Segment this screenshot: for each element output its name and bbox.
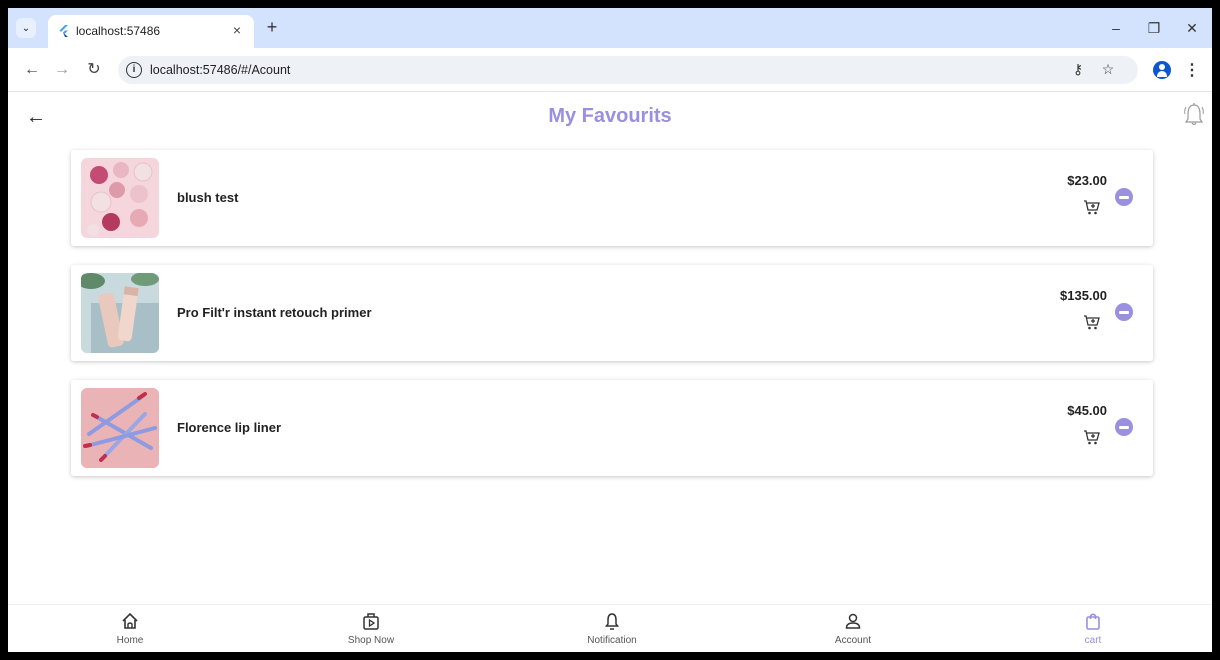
cart-bag-icon bbox=[1086, 613, 1100, 630]
tab-close-icon[interactable]: × bbox=[228, 22, 246, 38]
close-window-button[interactable]: ✕ bbox=[1182, 19, 1202, 37]
add-to-cart-icon[interactable] bbox=[1083, 428, 1101, 446]
account-icon bbox=[845, 613, 861, 629]
nav-label: Account bbox=[834, 635, 872, 646]
tab-strip: ⌄ localhost:57486 × + – ❐ ✕ bbox=[8, 8, 1212, 48]
nav-label: Notification bbox=[587, 635, 637, 646]
nav-account[interactable]: Account bbox=[793, 611, 913, 646]
nav-label: Shop Now bbox=[347, 635, 395, 646]
profile-avatar-icon[interactable] bbox=[1153, 61, 1171, 79]
notification-bell-icon[interactable] bbox=[1183, 102, 1205, 128]
password-key-icon[interactable]: ⚷ bbox=[1068, 61, 1088, 78]
address-bar[interactable]: i localhost:57486/#/Acount ⚷ ☆ bbox=[118, 56, 1138, 84]
page-title: My Favourits bbox=[548, 105, 672, 127]
add-to-cart-icon[interactable] bbox=[1083, 198, 1101, 216]
add-to-cart-icon[interactable] bbox=[1083, 313, 1101, 331]
tab-title: localhost:57486 bbox=[76, 24, 161, 38]
new-tab-button[interactable]: + bbox=[262, 17, 282, 37]
back-nav-icon[interactable]: ← bbox=[22, 60, 42, 80]
nav-home[interactable]: Home bbox=[70, 611, 190, 646]
product-name: Florence lip liner bbox=[177, 420, 282, 435]
notification-icon bbox=[605, 613, 619, 630]
product-name: blush test bbox=[177, 190, 239, 205]
nav-shop-now[interactable]: Shop Now bbox=[311, 611, 431, 646]
product-image-blush bbox=[81, 158, 159, 238]
product-price: $135.00 bbox=[1060, 288, 1107, 303]
nav-cart[interactable]: cart bbox=[1033, 611, 1153, 646]
remove-favourite-button[interactable] bbox=[1115, 418, 1133, 436]
product-price: $23.00 bbox=[1067, 173, 1107, 188]
home-icon bbox=[122, 612, 138, 629]
forward-nav-icon[interactable]: → bbox=[52, 60, 72, 80]
remove-favourite-button[interactable] bbox=[1115, 188, 1133, 206]
product-image-primer bbox=[81, 273, 159, 353]
browser-window: ⌄ localhost:57486 × + – ❐ ✕ ← → ↻ i loca… bbox=[8, 8, 1212, 652]
favourite-item[interactable]: Pro Filt'r instant retouch primer $135.0… bbox=[71, 265, 1153, 361]
shop-now-icon bbox=[363, 613, 379, 630]
favourite-item[interactable]: Florence lip liner $45.00 bbox=[71, 380, 1153, 476]
product-price: $45.00 bbox=[1067, 403, 1107, 418]
minimize-button[interactable]: – bbox=[1106, 19, 1126, 37]
bookmark-star-icon[interactable]: ☆ bbox=[1098, 61, 1118, 78]
reload-icon[interactable]: ↻ bbox=[84, 60, 104, 80]
flutter-favicon-icon bbox=[59, 25, 68, 37]
browser-toolbar: ← → ↻ i localhost:57486/#/Acount ⚷ ☆ ⋮ bbox=[8, 48, 1212, 92]
browser-menu-icon[interactable]: ⋮ bbox=[1184, 60, 1200, 80]
restore-button[interactable]: ❐ bbox=[1144, 19, 1164, 37]
product-name: Pro Filt'r instant retouch primer bbox=[177, 305, 372, 320]
remove-favourite-button[interactable] bbox=[1115, 303, 1133, 321]
address-url[interactable]: localhost:57486/#/Acount bbox=[150, 63, 290, 77]
tab-search-icon[interactable]: ⌄ bbox=[16, 18, 36, 38]
browser-tab[interactable]: localhost:57486 × bbox=[48, 15, 254, 48]
nav-label: cart bbox=[1084, 635, 1102, 646]
nav-notification[interactable]: Notification bbox=[552, 611, 672, 646]
nav-label: Home bbox=[116, 635, 144, 646]
product-image-lipliner bbox=[81, 388, 159, 468]
site-info-icon[interactable]: i bbox=[126, 62, 142, 78]
app-page: ← My Favourits blush test $23.00 Pro Fil… bbox=[8, 92, 1212, 652]
bottom-navigation: Home Shop Now Notification Account cart bbox=[8, 604, 1212, 652]
favourite-item[interactable]: blush test $23.00 bbox=[71, 150, 1153, 246]
